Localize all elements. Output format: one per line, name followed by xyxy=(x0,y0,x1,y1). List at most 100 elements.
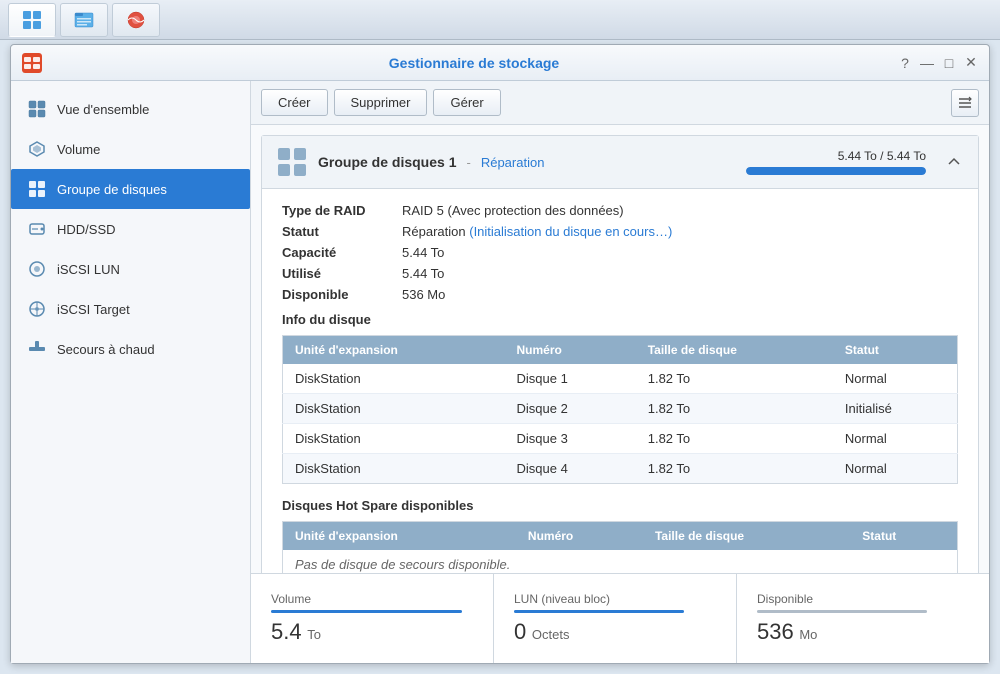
raid-type-label: Type de RAID xyxy=(282,203,402,218)
hs-col-header-size: Taille de disque xyxy=(643,522,850,551)
disk-size-0: 1.82 To xyxy=(636,364,833,394)
footer: Volume 5.4 To LUN (niveau bloc) 0 Octets xyxy=(251,573,989,663)
disk-number-3: Disque 4 xyxy=(504,454,635,484)
footer-lun-value-container: 0 Octets xyxy=(514,619,726,645)
disk-size-2: 1.82 To xyxy=(636,424,833,454)
statut-label: Statut xyxy=(282,224,402,239)
app-logo xyxy=(21,52,43,74)
manage-button[interactable]: Gérer xyxy=(433,89,500,116)
sidebar-item-iscsi-lun[interactable]: iSCSI LUN xyxy=(11,249,250,289)
disk-group-capacity: 5.44 To / 5.44 To xyxy=(746,149,926,175)
disk-group-status[interactable]: Réparation xyxy=(481,155,545,170)
hs-col-header-number: Numéro xyxy=(516,522,643,551)
disk-group-card: Groupe de disques 1 - Réparation 5.44 To… xyxy=(261,135,979,573)
footer-volume-value: 5.4 xyxy=(271,619,302,644)
footer-lun-unit: Octets xyxy=(532,627,570,642)
footer-volume-unit: To xyxy=(307,627,321,642)
hot-spare-empty-message: Pas de disque de secours disponible. xyxy=(283,550,958,573)
disk-group-title: Groupe de disques 1 xyxy=(318,154,456,170)
capacity-fill xyxy=(746,167,926,175)
sidebar-item-groupe-de-disques[interactable]: Groupe de disques xyxy=(11,169,250,209)
repair-link[interactable]: Réparation xyxy=(402,224,466,239)
disk-group-icon xyxy=(276,146,308,178)
content-area: Groupe de disques 1 - Réparation 5.44 To… xyxy=(251,125,989,573)
init-link[interactable]: (Initialisation du disque en cours…) xyxy=(469,224,672,239)
footer-stat-volume: Volume 5.4 To xyxy=(271,574,483,663)
hs-col-header-status: Statut xyxy=(850,522,957,551)
sidebar-item-label: iSCSI LUN xyxy=(57,262,120,277)
sort-button[interactable] xyxy=(951,89,979,117)
main-content: Créer Supprimer Gérer xyxy=(251,81,989,663)
footer-stat-lun: LUN (niveau bloc) 0 Octets xyxy=(493,574,726,663)
delete-button[interactable]: Supprimer xyxy=(334,89,428,116)
capacite-label: Capacité xyxy=(282,245,402,260)
sidebar: Vue d'ensemble Volume xyxy=(11,81,251,663)
sidebar-item-label: Vue d'ensemble xyxy=(57,102,149,117)
sidebar-item-vue-ensemble[interactable]: Vue d'ensemble xyxy=(11,89,250,129)
disk-status-0: Normal xyxy=(833,364,958,394)
disk-status-3: Normal xyxy=(833,454,958,484)
footer-volume-label: Volume xyxy=(271,592,483,606)
disk-table-row: DiskStation Disque 1 1.82 To Normal xyxy=(283,364,958,394)
storage-manager-window: Gestionnaire de stockage ? — □ ✕ Vue d' xyxy=(10,44,990,664)
hot-spare-table: Unité d'expansion Numéro Taille de disqu… xyxy=(282,521,958,573)
sidebar-item-hdd-ssd[interactable]: HDD/SSD xyxy=(11,209,250,249)
footer-disponible-value-container: 536 Mo xyxy=(757,619,969,645)
hot-spare-empty-row: Pas de disque de secours disponible. xyxy=(283,550,958,573)
iscsi-lun-icon xyxy=(27,259,47,279)
disk-unit-1: DiskStation xyxy=(283,394,505,424)
footer-volume-value-container: 5.4 To xyxy=(271,619,483,645)
footer-lun-value: 0 xyxy=(514,619,526,644)
toolbar: Créer Supprimer Gérer xyxy=(251,81,989,125)
close-button[interactable]: ✕ xyxy=(963,55,979,71)
disk-status-2: Normal xyxy=(833,424,958,454)
collapse-button[interactable] xyxy=(944,152,964,172)
sidebar-item-label: Secours à chaud xyxy=(57,342,155,357)
capacite-value: 5.44 To xyxy=(402,245,444,260)
disk-size-1: 1.82 To xyxy=(636,394,833,424)
disk-group-details: Type de RAID RAID 5 (Avec protection des… xyxy=(262,189,978,573)
window-title: Gestionnaire de stockage xyxy=(51,55,897,71)
disk-size-3: 1.82 To xyxy=(636,454,833,484)
disk-group-header: Groupe de disques 1 - Réparation 5.44 To… xyxy=(262,136,978,189)
maximize-button[interactable]: □ xyxy=(941,55,957,71)
taskbar xyxy=(0,0,1000,40)
taskbar-filemanager-icon[interactable] xyxy=(60,3,108,37)
detail-row-capacite: Capacité 5.44 To xyxy=(282,245,958,260)
disk-group-separator: - xyxy=(466,155,470,170)
minimize-button[interactable]: — xyxy=(919,55,935,71)
disponible-label: Disponible xyxy=(282,287,402,302)
disk-number-2: Disque 3 xyxy=(504,424,635,454)
disk-table-row: DiskStation Disque 4 1.82 To Normal xyxy=(283,454,958,484)
disk-table-header-row: Unité d'expansion Numéro Taille de disqu… xyxy=(283,336,958,365)
detail-row-statut: Statut Réparation (Initialisation du dis… xyxy=(282,224,958,239)
footer-lun-progress xyxy=(514,610,684,613)
volume-icon xyxy=(27,139,47,159)
sidebar-item-secours-a-chaud[interactable]: Secours à chaud xyxy=(11,329,250,369)
col-header-size: Taille de disque xyxy=(636,336,833,365)
detail-row-disponible: Disponible 536 Mo xyxy=(282,287,958,302)
sidebar-item-label: iSCSI Target xyxy=(57,302,130,317)
taskbar-apps-icon[interactable] xyxy=(8,3,56,37)
taskbar-controlpanel-icon[interactable] xyxy=(112,3,160,37)
sidebar-item-volume[interactable]: Volume xyxy=(11,129,250,169)
toolbar-right xyxy=(951,89,979,117)
disk-info-table: Unité d'expansion Numéro Taille de disqu… xyxy=(282,335,958,484)
help-button[interactable]: ? xyxy=(897,55,913,71)
disk-unit-2: DiskStation xyxy=(283,424,505,454)
footer-disponible-value: 536 xyxy=(757,619,794,644)
utilise-label: Utilisé xyxy=(282,266,402,281)
statut-value: Réparation (Initialisation du disque en … xyxy=(402,224,672,239)
detail-row-utilise: Utilisé 5.44 To xyxy=(282,266,958,281)
disk-unit-3: DiskStation xyxy=(283,454,505,484)
hot-spare-section: Disques Hot Spare disponibles Unité d'ex… xyxy=(282,498,958,573)
disk-table-row: DiskStation Disque 2 1.82 To Initialisé xyxy=(283,394,958,424)
col-header-status: Statut xyxy=(833,336,958,365)
detail-row-raid: Type de RAID RAID 5 (Avec protection des… xyxy=(282,203,958,218)
sidebar-item-iscsi-target[interactable]: iSCSI Target xyxy=(11,289,250,329)
hdd-icon xyxy=(27,219,47,239)
hs-col-header-unit: Unité d'expansion xyxy=(283,522,516,551)
disk-table-row: DiskStation Disque 3 1.82 To Normal xyxy=(283,424,958,454)
create-button[interactable]: Créer xyxy=(261,89,328,116)
footer-volume-progress xyxy=(271,610,462,613)
